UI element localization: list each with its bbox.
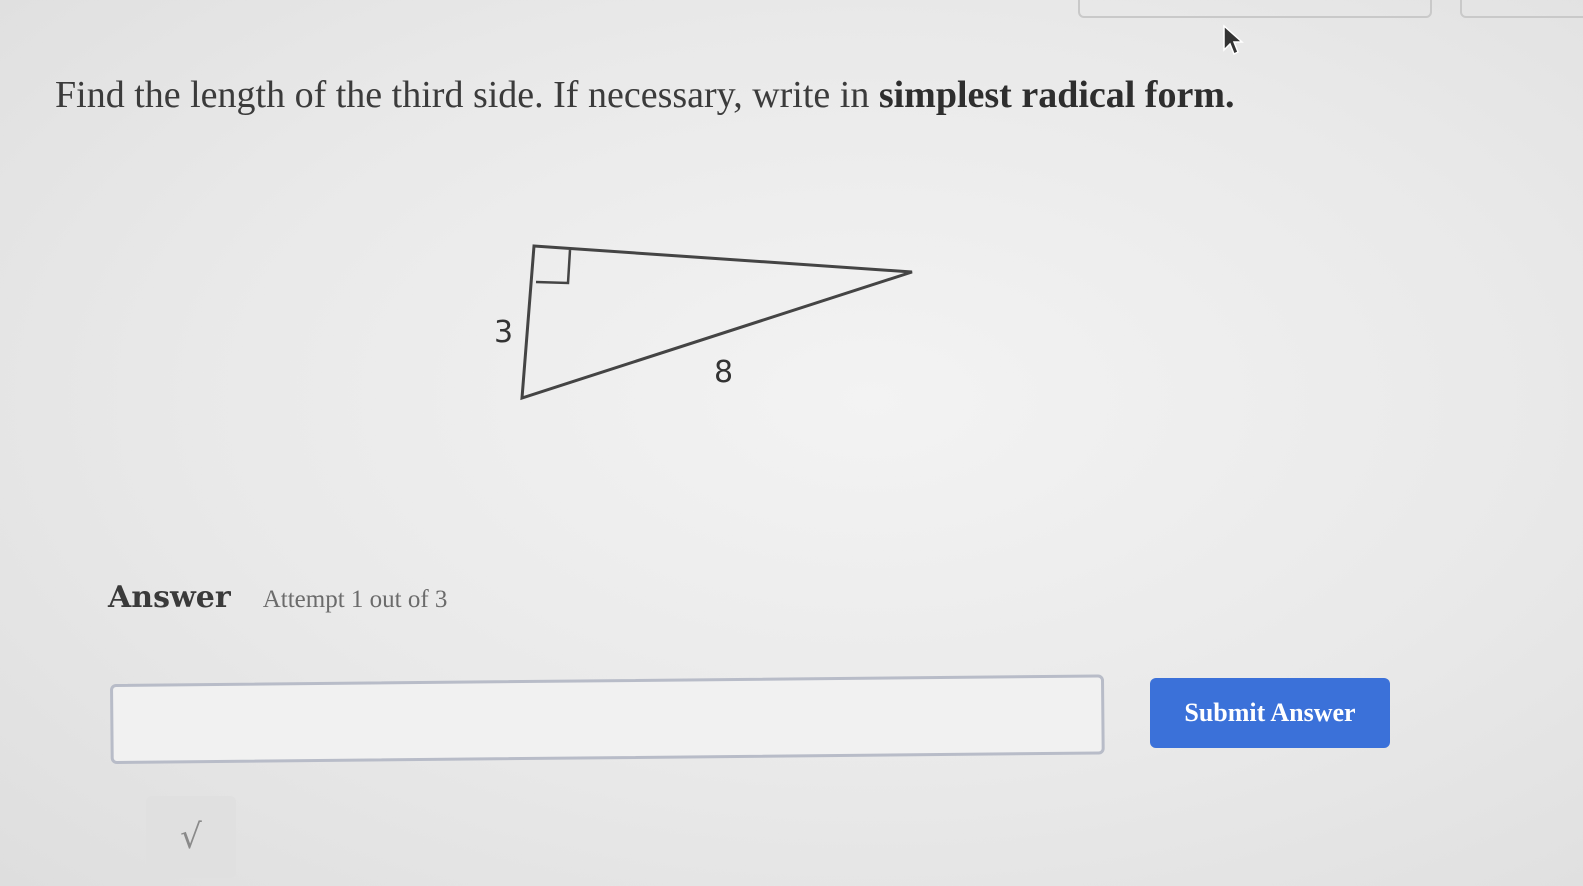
triangle-figure: 3 8 <box>494 244 913 401</box>
top-toolbar-box-right <box>1460 0 1583 18</box>
question-text: Find the length of the third side. If ne… <box>55 62 1555 128</box>
submit-answer-button[interactable]: Submit Answer <box>1150 678 1390 748</box>
answer-label: Answer <box>108 580 231 615</box>
square-root-icon[interactable]: √ <box>146 796 236 878</box>
answer-header: Answer Attempt 1 out of 3 <box>108 580 447 624</box>
top-toolbar-box <box>1078 0 1432 18</box>
question-plain: Find the length of the third side. If ne… <box>55 74 879 116</box>
right-angle-marker <box>535 249 572 285</box>
attempt-counter: Attempt 1 out of 3 <box>262 586 448 613</box>
question-emphasis: simplest radical form. <box>878 74 1235 116</box>
answer-input[interactable] <box>110 674 1105 764</box>
mouse-pointer-icon <box>1223 24 1244 56</box>
leg-label: 3 <box>494 315 513 350</box>
hypotenuse-label: 8 <box>714 355 733 390</box>
